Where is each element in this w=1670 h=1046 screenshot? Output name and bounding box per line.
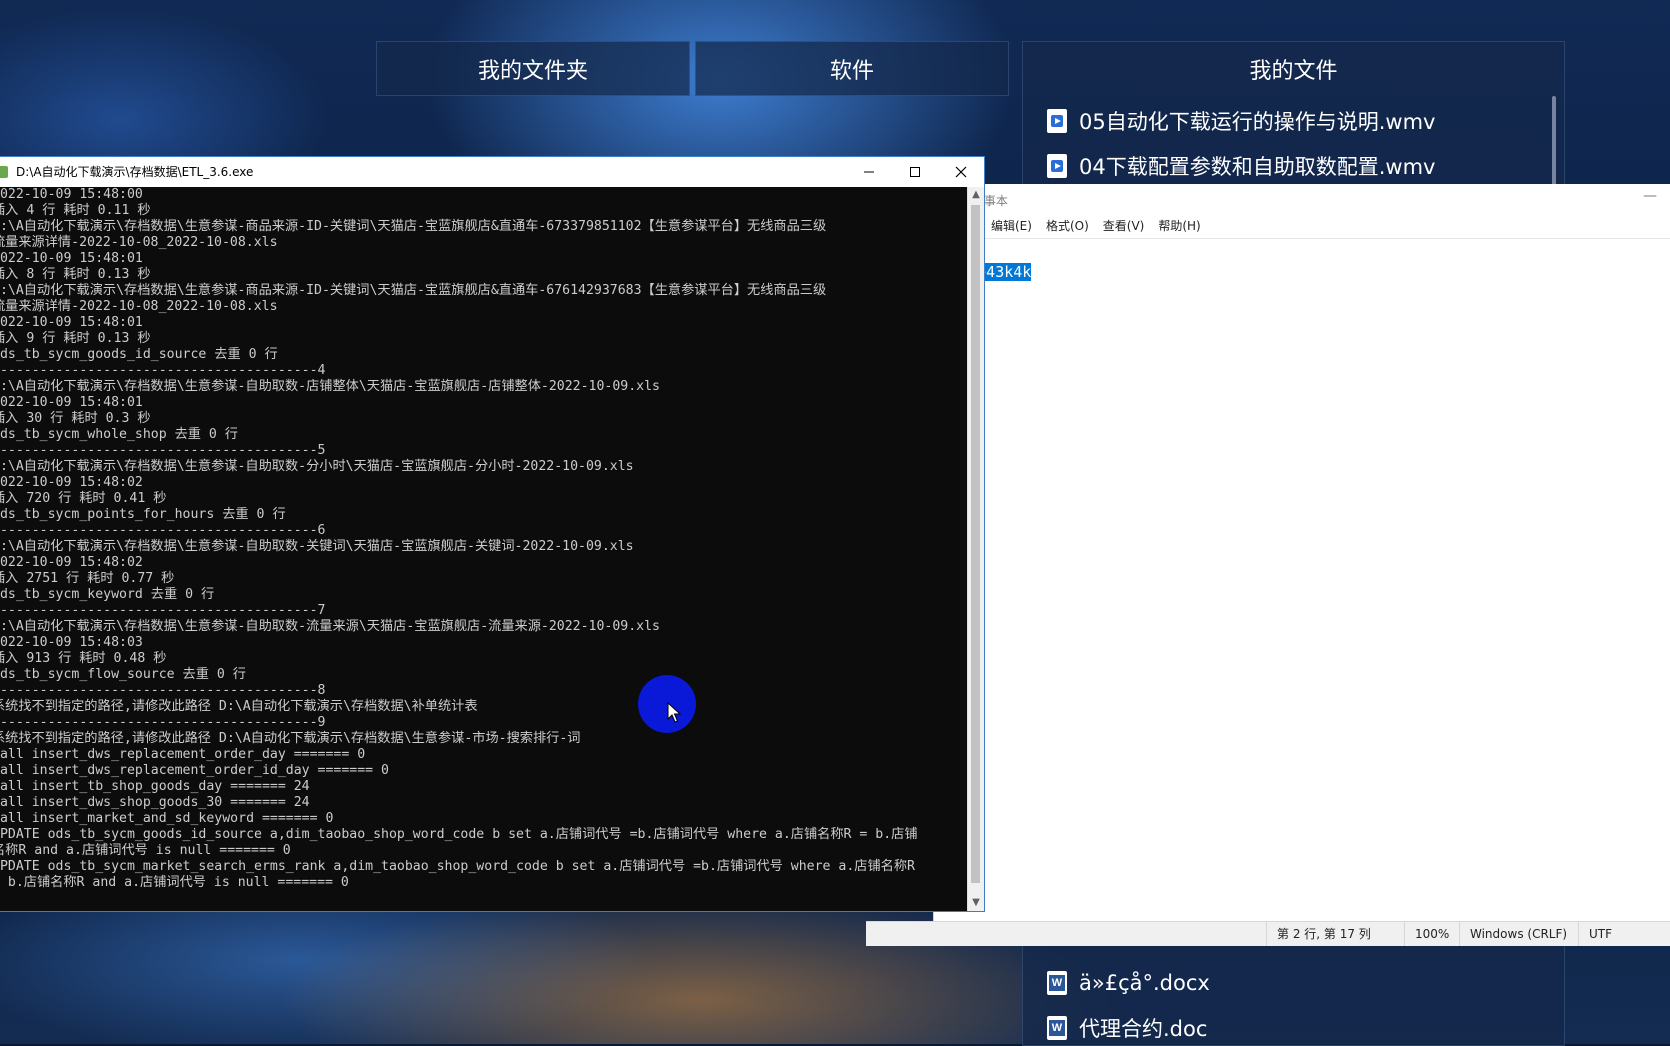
console-line: ----------------------------------------… [0, 715, 326, 730]
console-line: D:\A自动化下载演示\存档数据\生意参谋-商品来源-ID-关键词\天猫店-宝蓝… [0, 283, 827, 298]
console-line: call insert_tb_shop_goods_day ======= 24 [0, 779, 310, 794]
console-line: call insert_market_and_sd_keyword ======… [0, 811, 334, 826]
console-scrollbar[interactable]: ▲ ▼ [967, 187, 984, 911]
console-line: D:\A自动化下载演示\存档数据\生意参谋-自助取数-流量来源\天猫店-宝蓝旗舰… [0, 619, 660, 634]
minimize-icon[interactable]: — [1635, 188, 1665, 208]
console-line: ----------------------------------------… [0, 443, 326, 458]
console-line: ods_tb_sycm_keyword 去重 0 行 [0, 587, 215, 602]
console-line: 插入 913 行 耗时 0.48 秒 [0, 651, 167, 666]
console-line: 插入 9 行 耗时 0.13 秒 [0, 331, 151, 346]
console-line: call insert_dws_shop_goods_30 ======= 24 [0, 795, 310, 810]
file-name: ä»£çå°.docx [1079, 971, 1210, 995]
mouse-cursor-icon [667, 702, 681, 723]
menu-help[interactable]: 帮助(H) [1151, 214, 1207, 238]
console-title: D:\A自动化下载演示\存档数据\ETL_3.6.exe [16, 165, 254, 179]
console-line: UPDATE ods_tb_sycm_market_search_erms_ra… [0, 859, 916, 874]
console-line: 2022-10-09 15:48:01 [0, 395, 143, 410]
word-file-icon [1047, 971, 1067, 995]
close-icon [955, 166, 967, 178]
console-line: ----------------------------------------… [0, 603, 326, 618]
tab-my-folders-label: 我的文件夹 [477, 58, 588, 84]
console-line: call insert_dws_replacement_order_id_day… [0, 763, 389, 778]
maximize-icon [910, 167, 920, 177]
console-line: ods_tb_sycm_goods_id_source 去重 0 行 [0, 347, 278, 362]
console-line: 2022-10-09 15:48:01 [0, 315, 143, 330]
tab-software-label: 软件 [829, 58, 874, 84]
console-line: 插入 8 行 耗时 0.13 秒 [0, 267, 151, 282]
file-name: 04下载配置参数和自助取数配置.wmv [1079, 155, 1436, 179]
menu-format[interactable]: 格式(O) [1039, 214, 1096, 238]
console-line: ods_tb_sycm_whole_shop 去重 0 行 [0, 427, 238, 442]
tab-software[interactable]: 软件 [695, 41, 1009, 96]
notepad-menubar: 编辑(E) 格式(O) 查看(V) 帮助(H) [934, 214, 1670, 238]
console-line: = b.店铺名称R and a.店铺词代号 is null ======= 0 [0, 875, 349, 890]
scroll-up-icon[interactable]: ▲ [968, 187, 984, 203]
close-button[interactable] [938, 157, 984, 187]
console-line: 2022-10-09 15:48:03 [0, 635, 143, 650]
console-line: 插入 720 行 耗时 0.41 秒 [0, 491, 167, 506]
encoding: UTF [1578, 922, 1670, 946]
scroll-down-icon[interactable]: ▼ [968, 895, 984, 911]
video-file-icon [1047, 154, 1067, 178]
console-line: D:\A自动化下载演示\存档数据\生意参谋-自助取数-关键词\天猫店-宝蓝旗舰店… [0, 539, 634, 554]
file-name: 代理合约.doc [1079, 1017, 1208, 1041]
tab-my-folders[interactable]: 我的文件夹 [376, 41, 690, 96]
console-line: 系统找不到指定的路径,请修改此路径 D:\A自动化下载演示\存档数据\生意参谋-… [0, 731, 581, 746]
file-name: 05自动化下载运行的操作与说明.wmv [1079, 110, 1436, 134]
notepad-titlebar[interactable]: 6.txt - 记事本 — [932, 184, 1670, 214]
console-line: 插入 30 行 耗时 0.3 秒 [0, 411, 151, 426]
console-line: ----------------------------------------… [0, 683, 326, 698]
console-line: call insert_dws_replacement_order_day ==… [0, 747, 366, 762]
file-item[interactable]: 04下载配置参数和自助取数配置.wmv [1047, 149, 1435, 183]
cursor-position: 第 2 行, 第 17 列 [1266, 922, 1404, 946]
console-line: ods_tb_sycm_flow_source 去重 0 行 [0, 667, 246, 682]
console-line: 插入 4 行 耗时 0.11 秒 [0, 203, 151, 218]
notepad-text-area[interactable]: 6 swgY*e43k4k [932, 238, 1670, 922]
scroll-thumb[interactable] [971, 205, 980, 883]
video-file-icon [1047, 109, 1067, 133]
notepad-window: 6.txt - 记事本 — 编辑(E) 格式(O) 查看(V) 帮助(H) 6 … [866, 184, 1670, 946]
console-line: D:\A自动化下载演示\存档数据\生意参谋-商品来源-ID-关键词\天猫店-宝蓝… [0, 219, 827, 234]
console-line: ----------------------------------------… [0, 363, 326, 378]
minimize-button[interactable] [846, 157, 892, 187]
notepad-statusbar: 第 2 行, 第 17 列 100% Windows (CRLF) UTF [866, 921, 1670, 946]
file-item[interactable]: ä»£çå°.docx [1047, 966, 1210, 1000]
file-item[interactable]: 05自动化下载运行的操作与说明.wmv [1047, 104, 1435, 138]
console-line: ----------------------------------------… [0, 523, 326, 538]
maximize-button[interactable] [892, 157, 938, 187]
console-line: D:\A自动化下载演示\存档数据\生意参谋-自助取数-分小时\天猫店-宝蓝旗舰店… [0, 459, 634, 474]
console-line: ods_tb_sycm_points_for_hours 去重 0 行 [0, 507, 286, 522]
minimize-icon [864, 171, 874, 173]
console-line: D:\A自动化下载演示\存档数据\生意参谋-自助取数-店铺整体\天猫店-宝蓝旗舰… [0, 379, 660, 394]
console-line: 插入 2751 行 耗时 0.77 秒 [0, 571, 175, 586]
console-line: 流量来源详情-2022-10-08_2022-10-08.xls [0, 299, 278, 314]
word-file-icon [1047, 1016, 1067, 1040]
console-window: D:\A自动化下载演示\存档数据\ETL_3.6.exe 2022-10-09 … [0, 156, 985, 912]
app-icon [0, 166, 8, 178]
menu-view[interactable]: 查看(V) [1096, 214, 1152, 238]
my-files-title: 我的文件 [1249, 58, 1338, 84]
console-output[interactable]: 2022-10-09 15:48:00 插入 4 行 耗时 0.11 秒 D:\A自… [0, 187, 967, 911]
console-line: 2022-10-09 15:48:02 [0, 555, 143, 570]
console-line: UPDATE ods_tb_sycm_goods_id_source a,dim… [0, 827, 918, 842]
console-titlebar[interactable]: D:\A自动化下载演示\存档数据\ETL_3.6.exe [0, 157, 984, 187]
console-line: 2022-10-09 15:48:00 [0, 187, 143, 202]
console-line: 名称R and a.店铺词代号 is null ======= 0 [0, 843, 291, 858]
console-line: 系统找不到指定的路径,请修改此路径 D:\A自动化下载演示\存档数据\补单统计表 [0, 699, 478, 714]
zoom-level: 100% [1404, 922, 1459, 946]
console-line: 2022-10-09 15:48:01 [0, 251, 143, 266]
panel-scrollbar[interactable] [1552, 96, 1556, 186]
console-line: 2022-10-09 15:48:02 [0, 475, 143, 490]
line-ending: Windows (CRLF) [1459, 922, 1578, 946]
console-line: 流量来源详情-2022-10-08_2022-10-08.xls [0, 235, 278, 250]
file-item[interactable]: 代理合约.doc [1047, 1011, 1207, 1045]
